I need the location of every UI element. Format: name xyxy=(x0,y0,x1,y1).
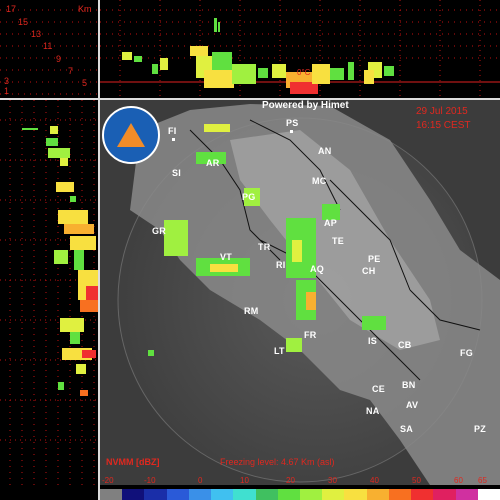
color-swatch xyxy=(455,489,478,500)
city-label: FI xyxy=(168,126,177,136)
height-label: 15 xyxy=(18,17,29,27)
radar-map[interactable]: Powered by Himet 29 Jul 2015 16:15 CEST … xyxy=(100,100,500,488)
legend-tick: 20 xyxy=(286,476,295,485)
echo-cells xyxy=(22,126,98,396)
legend-tick: 30 xyxy=(328,476,337,485)
freezing-level-label: Freezing level: 4.67 Km (asl) xyxy=(220,457,335,467)
city-label: PZ xyxy=(474,424,486,434)
city-label: TR xyxy=(258,242,271,252)
legend-ticks: -20 -10 0 10 20 30 40 50 60 65 xyxy=(100,476,500,488)
logo-triangle-icon xyxy=(117,123,145,147)
city-label: AN xyxy=(318,146,332,156)
color-swatch xyxy=(299,489,323,500)
legend-tick: -10 xyxy=(144,476,156,485)
height-label: 13 xyxy=(31,29,42,39)
color-swatch xyxy=(255,489,278,500)
height-label: 7 xyxy=(68,66,74,76)
height-label: 3 xyxy=(4,76,10,86)
panel-divider xyxy=(0,98,500,100)
height-unit: Km xyxy=(78,4,92,14)
city-label: FG xyxy=(460,348,473,358)
city-label: RM xyxy=(244,306,259,316)
city-label: RI xyxy=(276,260,286,270)
color-swatch xyxy=(322,489,345,500)
city-label: TE xyxy=(332,236,344,246)
city-label: SI xyxy=(172,168,181,178)
height-label: 9 xyxy=(56,54,62,64)
color-swatch xyxy=(411,489,434,500)
cross-section-plot-vertical xyxy=(0,100,100,485)
city-label: PG xyxy=(242,192,256,202)
city-marker xyxy=(290,130,293,133)
city-label: VT xyxy=(220,252,232,262)
panel-divider xyxy=(98,0,100,500)
height-label: 1 xyxy=(4,86,10,96)
map-date: 29 Jul 2015 xyxy=(416,106,468,117)
freezing-marker: 0°C xyxy=(297,68,311,77)
color-swatch xyxy=(477,489,500,500)
north-south-cross-section: 0°C xyxy=(100,0,500,100)
city-label: LT xyxy=(274,346,285,356)
city-label: PS xyxy=(286,118,299,128)
color-swatch xyxy=(233,489,256,500)
city-label: CE xyxy=(372,384,385,394)
legend-tick: 40 xyxy=(370,476,379,485)
color-swatch xyxy=(144,489,167,500)
color-swatch xyxy=(433,489,456,500)
map-canvas xyxy=(100,100,500,488)
color-swatch xyxy=(277,489,300,500)
height-label: 17 xyxy=(6,4,17,14)
legend-tick: 0 xyxy=(198,476,203,485)
east-west-cross-section xyxy=(0,100,100,485)
city-label: FR xyxy=(304,330,317,340)
city-label: IS xyxy=(368,336,377,346)
color-swatch xyxy=(366,489,389,500)
legend-tick: 50 xyxy=(412,476,421,485)
civil-protection-logo xyxy=(102,106,160,164)
legend-tick: 60 xyxy=(454,476,463,485)
city-label: PE xyxy=(368,254,381,264)
city-marker xyxy=(172,138,175,141)
height-label: 11 xyxy=(43,41,53,51)
map-time: 16:15 CEST xyxy=(416,120,471,131)
city-label: MC xyxy=(312,176,327,186)
city-label: AR xyxy=(206,158,220,168)
product-label: NVMM [dBZ] xyxy=(106,457,160,467)
city-label: CB xyxy=(398,340,412,350)
city-label: BN xyxy=(402,380,416,390)
city-label: AQ xyxy=(310,264,324,274)
cross-section-plot: 0°C xyxy=(100,0,500,98)
powered-by-label: Powered by Himet xyxy=(262,100,349,111)
color-swatch xyxy=(122,489,145,500)
height-scale-panel: 17 Km 15 13 11 9 7 5 3 1 xyxy=(0,0,100,100)
city-label: GR xyxy=(152,226,166,236)
color-swatch xyxy=(344,489,367,500)
city-label: SA xyxy=(400,424,413,434)
city-label: AV xyxy=(406,400,419,410)
city-label: CH xyxy=(362,266,376,276)
color-swatch xyxy=(388,489,412,500)
city-label: AP xyxy=(324,218,337,228)
legend-tick: -20 xyxy=(102,476,114,485)
color-swatch xyxy=(211,489,234,500)
legend-tick: 65 xyxy=(478,476,487,485)
color-swatch xyxy=(166,489,189,500)
city-label: NA xyxy=(366,406,380,416)
echo-cells xyxy=(122,18,394,94)
radar-viewer: 17 Km 15 13 11 9 7 5 3 1 0°C Powered by … xyxy=(0,0,500,500)
legend-tick: 10 xyxy=(240,476,249,485)
color-swatch xyxy=(100,489,123,500)
height-label: 5 xyxy=(82,78,88,88)
color-swatch xyxy=(188,489,212,500)
reflectivity-color-scale xyxy=(100,489,500,500)
